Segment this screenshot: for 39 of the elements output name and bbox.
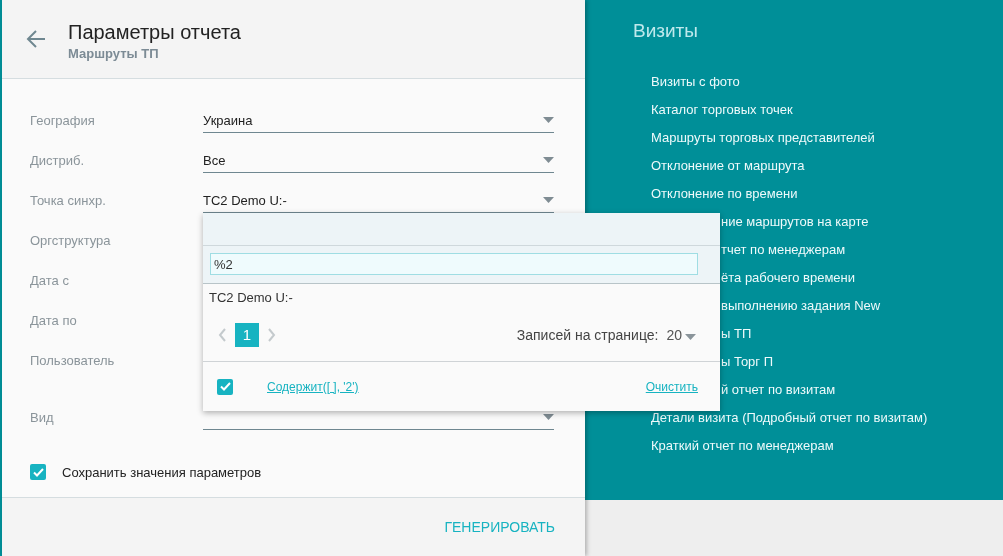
field-label: Вид	[30, 410, 54, 426]
report-link[interactable]: Отклонение по времени	[651, 186, 798, 214]
report-name: Маршруты ТП	[68, 46, 160, 61]
report-link[interactable]: Маршруты торговых представителей	[651, 130, 875, 158]
report-link[interactable]: Краткий отчет по менеджерам	[651, 438, 834, 466]
field-label: Дистриб.	[30, 153, 85, 169]
field-label: Точка синхр.	[30, 193, 106, 209]
dialog-title: Параметры отчета	[68, 20, 241, 44]
page-button[interactable]: 1	[235, 322, 259, 347]
back-arrow-icon[interactable]	[26, 30, 46, 48]
field-label: Дата по	[30, 313, 77, 329]
caret-icon	[543, 157, 554, 163]
report-link[interactable]: Каталог торговых точек	[651, 102, 793, 130]
checkbox[interactable]	[30, 464, 46, 480]
field-label: Оргструктура	[30, 233, 111, 249]
checkbox[interactable]	[217, 378, 233, 395]
report-link[interactable]: Отклонение от маршрута	[651, 158, 805, 186]
generate-button[interactable]: ГЕНЕРИРОВАТЬ	[444, 515, 555, 539]
caret-icon	[543, 117, 554, 123]
select-field[interactable]: Украина	[203, 113, 554, 133]
caret-icon	[543, 414, 554, 420]
search-field[interactable]: %2	[210, 253, 698, 275]
page-size-select[interactable]: 20	[666, 326, 696, 343]
filter-link[interactable]: Содержит([ ], '2')	[267, 379, 359, 394]
field-label: Дата с	[30, 273, 69, 289]
previous-page-icon[interactable]	[217, 327, 229, 342]
report-link[interactable]: Детали визита (Подробный отчет по визитам)	[651, 410, 928, 438]
clear-link[interactable]: Очистить	[645, 379, 698, 394]
field-label: Пользователь	[30, 353, 115, 369]
dropdown-option[interactable]: TC2 Demo U:-	[203, 284, 720, 312]
field-label: География	[30, 113, 95, 129]
report-link[interactable]: Визиты с фото	[651, 74, 740, 102]
section-title: Визиты	[633, 20, 699, 42]
page-size-label: Записей на странице:	[516, 326, 659, 343]
caret-icon	[543, 197, 554, 203]
checkbox-label: Сохранить значения параметров	[62, 464, 262, 480]
next-page-icon[interactable]	[265, 327, 277, 342]
select-field[interactable]: Все	[203, 153, 554, 173]
caret-icon	[685, 333, 696, 340]
